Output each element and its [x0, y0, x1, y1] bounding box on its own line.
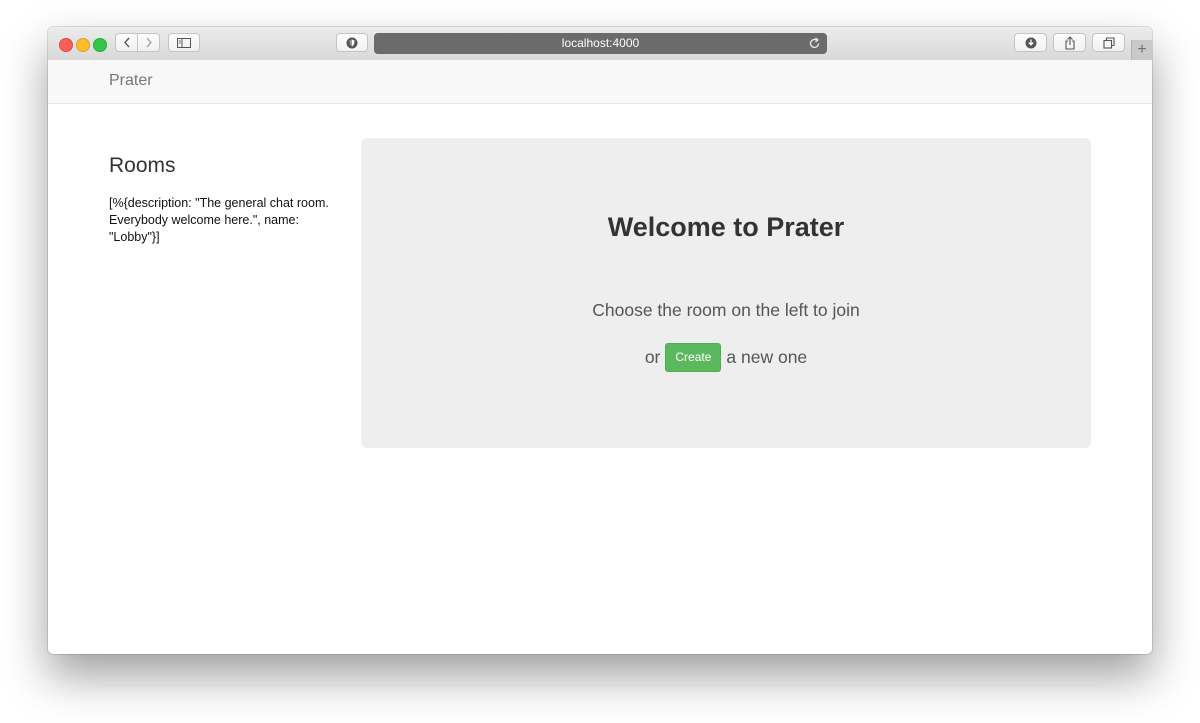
- minimize-window-button[interactable]: [76, 38, 90, 52]
- app-navbar: Prater: [48, 60, 1152, 104]
- chevron-right-icon: [145, 37, 152, 48]
- browser-window: localhost:4000 + Prater Rooms [%{descrip…: [48, 27, 1152, 654]
- tabs-icon: [1102, 36, 1115, 49]
- new-one-label: a new one: [726, 347, 808, 367]
- share-icon: [1064, 35, 1075, 50]
- create-room-line: or Create a new one: [361, 343, 1091, 372]
- tab-overview-button[interactable]: [1092, 33, 1125, 52]
- chevron-left-icon: [123, 37, 130, 48]
- brand-link[interactable]: Prater: [109, 72, 153, 90]
- welcome-title: Welcome to Prater: [607, 212, 845, 242]
- or-label: or: [644, 347, 661, 367]
- browser-toolbar: localhost:4000 +: [48, 27, 1152, 61]
- rooms-heading: Rooms: [109, 154, 176, 177]
- new-tab-button[interactable]: +: [1131, 40, 1152, 60]
- shield-icon: [346, 37, 358, 48]
- sidebar-icon: [177, 37, 191, 48]
- privacy-button[interactable]: [336, 33, 368, 52]
- downloads-button[interactable]: [1014, 33, 1047, 52]
- address-text: localhost:4000: [561, 36, 640, 50]
- forward-button[interactable]: [137, 33, 160, 52]
- share-button[interactable]: [1053, 33, 1086, 52]
- rooms-list: [%{description: "The general chat room. …: [109, 196, 329, 244]
- address-bar[interactable]: localhost:4000: [374, 33, 827, 54]
- sidebar-toggle-button[interactable]: [168, 33, 200, 52]
- create-room-button[interactable]: Create: [665, 343, 722, 372]
- download-icon: [1025, 37, 1036, 48]
- welcome-panel: Welcome to Prater Choose the room on the…: [361, 138, 1091, 448]
- reload-icon[interactable]: [808, 37, 821, 50]
- welcome-subtitle: Choose the room on the left to join: [592, 300, 860, 320]
- close-window-button[interactable]: [59, 38, 73, 52]
- back-button[interactable]: [115, 33, 138, 52]
- maximize-window-button[interactable]: [93, 38, 107, 52]
